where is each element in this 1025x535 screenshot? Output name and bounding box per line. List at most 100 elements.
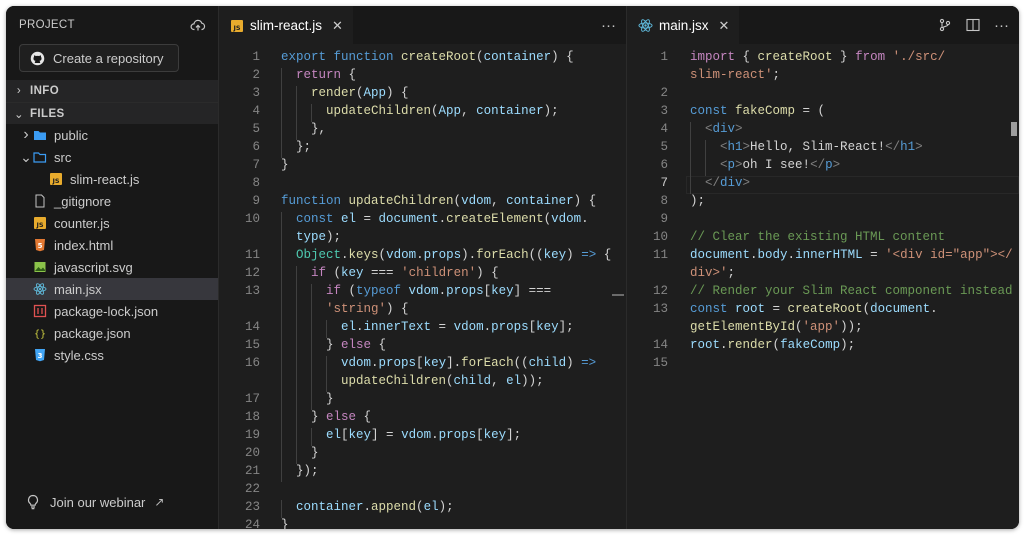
code-editor-left[interactable]: 1 export function createRoot(container) {… bbox=[220, 44, 626, 529]
code-token: ( bbox=[431, 104, 439, 118]
file-tree-item[interactable]: _gitignore bbox=[6, 190, 218, 212]
code-line: } else { bbox=[311, 410, 371, 424]
file-tree-item[interactable]: package-lock.json bbox=[6, 300, 218, 322]
code-token: p bbox=[727, 158, 736, 172]
more-actions-icon[interactable]: ··· bbox=[601, 17, 616, 34]
line-number: 1 bbox=[252, 50, 260, 64]
code-token: } bbox=[281, 518, 289, 529]
json-file-icon: {} bbox=[33, 326, 47, 340]
tab-label: main.jsx bbox=[659, 18, 709, 33]
code-token: = bbox=[356, 212, 379, 226]
indent-guide bbox=[281, 410, 282, 428]
code-token: . bbox=[787, 248, 796, 262]
code-token: ]; bbox=[506, 428, 522, 442]
code-token: 'app' bbox=[802, 320, 841, 334]
more-actions-icon[interactable]: ··· bbox=[994, 17, 1009, 34]
code-token: slim-react' bbox=[690, 68, 773, 82]
code-token: ] === bbox=[513, 284, 552, 298]
line-number: 13 bbox=[244, 284, 260, 298]
line-number: 10 bbox=[652, 230, 668, 244]
files-section-header[interactable]: ⌄ FILES bbox=[6, 102, 218, 124]
split-editor-icon[interactable] bbox=[966, 18, 980, 32]
code-token: el bbox=[341, 320, 357, 334]
code-token: div bbox=[712, 122, 736, 136]
code-line: if (typeof vdom.props[key] === bbox=[326, 284, 551, 298]
code-token: ( bbox=[476, 50, 484, 64]
code-token: vdom bbox=[408, 284, 439, 298]
close-tab-icon[interactable]: ✕ bbox=[332, 18, 343, 34]
file-tree-item[interactable]: main.jsx bbox=[6, 278, 218, 300]
code-line: if (key === 'children') { bbox=[311, 266, 499, 280]
code-token: createRoot bbox=[757, 50, 833, 64]
code-token: (( bbox=[513, 356, 529, 370]
line-number: 7 bbox=[252, 158, 260, 172]
create-repository-button[interactable]: Create a repository bbox=[19, 44, 179, 72]
cloud-upload-icon[interactable] bbox=[190, 17, 206, 33]
file-tree-item[interactable]: javascript.svg bbox=[6, 256, 218, 278]
line-number: 9 bbox=[252, 194, 260, 208]
code-token: => bbox=[581, 356, 597, 370]
join-webinar-link[interactable]: Join our webinar ↗ bbox=[26, 494, 164, 510]
info-section-header[interactable]: › INFO bbox=[6, 80, 218, 102]
code-token: ( bbox=[348, 284, 357, 298]
code-token: , bbox=[491, 194, 507, 208]
line-number: 4 bbox=[660, 122, 668, 136]
code-editor-right[interactable]: 1 import { createRoot } from './src/slim-… bbox=[628, 44, 1019, 529]
code-token: ) { bbox=[386, 302, 409, 316]
file-tree-item[interactable]: {} package.json bbox=[6, 322, 218, 344]
code-line: const fakeComp = ( bbox=[690, 104, 825, 118]
code-token: </ bbox=[810, 158, 826, 172]
files-section-label: FILES bbox=[30, 107, 65, 120]
css-file-icon: 3 bbox=[33, 348, 47, 362]
source-control-icon[interactable] bbox=[938, 18, 952, 32]
github-icon bbox=[30, 51, 45, 65]
code-line: document.body.innerHTML = '<div id="app"… bbox=[690, 248, 1013, 262]
file-tree-item[interactable]: ⌄ src bbox=[6, 146, 218, 168]
indent-guide bbox=[296, 446, 297, 464]
code-line: } bbox=[326, 392, 334, 406]
external-link-icon: ↗ bbox=[154, 495, 165, 509]
indent-guide bbox=[281, 266, 282, 284]
file-tree-item[interactable]: 5 index.html bbox=[6, 234, 218, 256]
line-number: 3 bbox=[660, 104, 668, 118]
indent-guide bbox=[296, 338, 297, 356]
code-token: root bbox=[690, 338, 721, 352]
code-token: } bbox=[311, 410, 327, 424]
indent-guide bbox=[281, 500, 282, 518]
file-tree: › public ⌄ src JS slim-react.js _gitignore JS co… bbox=[6, 124, 218, 366]
file-tree-item[interactable]: › public bbox=[6, 124, 218, 146]
code-token: import bbox=[690, 50, 743, 64]
code-token: . bbox=[431, 428, 439, 442]
close-tab-icon[interactable]: ✕ bbox=[719, 18, 730, 34]
code-token: container bbox=[506, 194, 574, 208]
file-tree-item[interactable]: 3 style.css bbox=[6, 344, 218, 366]
file-tree-item-label: slim-react.js bbox=[70, 171, 140, 187]
code-token: el bbox=[423, 500, 439, 514]
code-token: ) { bbox=[573, 194, 597, 208]
npm-lock-file-icon bbox=[33, 304, 47, 318]
code-token: ). bbox=[461, 248, 477, 262]
code-token: Hello, Slim-React! bbox=[750, 140, 886, 154]
file-tree-item-label: public bbox=[54, 127, 88, 143]
scrollbar-thumb[interactable] bbox=[1011, 122, 1017, 136]
lightbulb-icon bbox=[27, 494, 39, 510]
code-token: < bbox=[720, 158, 728, 172]
code-token: { bbox=[596, 248, 612, 262]
code-line: ); bbox=[690, 194, 705, 208]
indent-guide bbox=[311, 284, 312, 302]
line-number: 3 bbox=[252, 86, 260, 100]
code-line: }); bbox=[296, 464, 319, 478]
code-line: // Clear the existing HTML content bbox=[690, 230, 945, 244]
indent-guide bbox=[281, 68, 282, 86]
js-file-icon: JS bbox=[49, 172, 63, 186]
file-tree-item[interactable]: JS slim-react.js bbox=[6, 168, 218, 190]
code-token: . bbox=[750, 248, 758, 262]
chevron-right-icon: › bbox=[16, 85, 22, 97]
code-token: forEach bbox=[461, 356, 514, 370]
line-number: 7 bbox=[660, 176, 668, 190]
tab-slim-react-js[interactable]: JS slim-react.js ✕ bbox=[220, 6, 353, 44]
tab-main-jsx[interactable]: main.jsx ✕ bbox=[628, 6, 740, 44]
indent-guide bbox=[326, 320, 327, 338]
file-tree-item[interactable]: JS counter.js bbox=[6, 212, 218, 234]
code-token: updateChildren bbox=[348, 194, 454, 208]
